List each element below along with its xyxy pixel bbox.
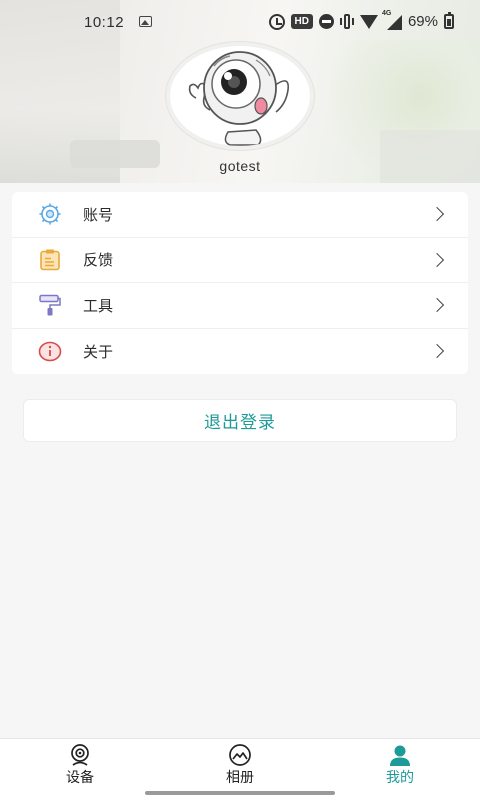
header-background-shelf	[380, 130, 480, 183]
battery-icon	[444, 12, 454, 29]
dnd-icon	[318, 14, 334, 29]
alarm-icon	[268, 13, 285, 30]
menu-label-tools: 工具	[83, 297, 114, 315]
tab-album[interactable]: 相册	[160, 739, 320, 791]
album-icon	[229, 744, 251, 766]
wifi-icon	[359, 14, 378, 29]
info-icon	[38, 341, 62, 362]
paint-roller-icon	[39, 295, 61, 316]
image-icon	[139, 16, 152, 27]
avatar[interactable]	[166, 42, 314, 150]
feedback-note-icon	[40, 249, 60, 271]
menu-item-about[interactable]: 关于	[12, 329, 468, 375]
settings-menu: 账号 反馈 工具 关于	[12, 192, 468, 374]
menu-item-tools[interactable]: 工具	[12, 283, 468, 329]
tab-mine[interactable]: 我的	[320, 739, 480, 791]
signal-bars	[386, 14, 402, 30]
person-icon	[390, 745, 410, 766]
tab-label-devices: 设备	[66, 769, 94, 785]
battery-percent: 69%	[407, 13, 438, 30]
home-indicator[interactable]	[145, 791, 335, 795]
tab-label-mine: 我的	[386, 769, 414, 785]
menu-item-account[interactable]: 账号	[12, 192, 468, 238]
menu-label-account: 账号	[83, 206, 114, 224]
chevron-right-icon	[429, 298, 445, 313]
menu-item-feedback[interactable]: 反馈	[12, 238, 468, 283]
status-bar: 10:12 HD 4G 69%	[0, 0, 480, 44]
logout-button[interactable]: 退出登录	[23, 399, 457, 442]
menu-label-feedback: 反馈	[83, 252, 114, 270]
chevron-right-icon	[429, 252, 445, 267]
vibrate-icon	[339, 14, 354, 29]
username: gotest	[219, 158, 261, 174]
signal-icon: 4G	[382, 10, 402, 30]
hd-badge: HD	[290, 14, 313, 29]
chevron-right-icon	[429, 344, 445, 359]
status-icons: HD 4G 69%	[268, 10, 454, 30]
cartoon-eyeball-avatar	[188, 51, 290, 146]
tab-devices[interactable]: 设备	[0, 739, 160, 791]
status-time: 10:12	[84, 14, 125, 31]
menu-label-about: 关于	[83, 343, 114, 361]
chevron-right-icon	[429, 207, 445, 222]
profile-header: 10:12 HD 4G 69% gotest	[0, 0, 480, 183]
camera-device-icon	[71, 744, 89, 766]
account-gear-icon	[39, 203, 61, 225]
tab-label-album: 相册	[226, 769, 254, 785]
network-type: 4G	[381, 9, 392, 17]
